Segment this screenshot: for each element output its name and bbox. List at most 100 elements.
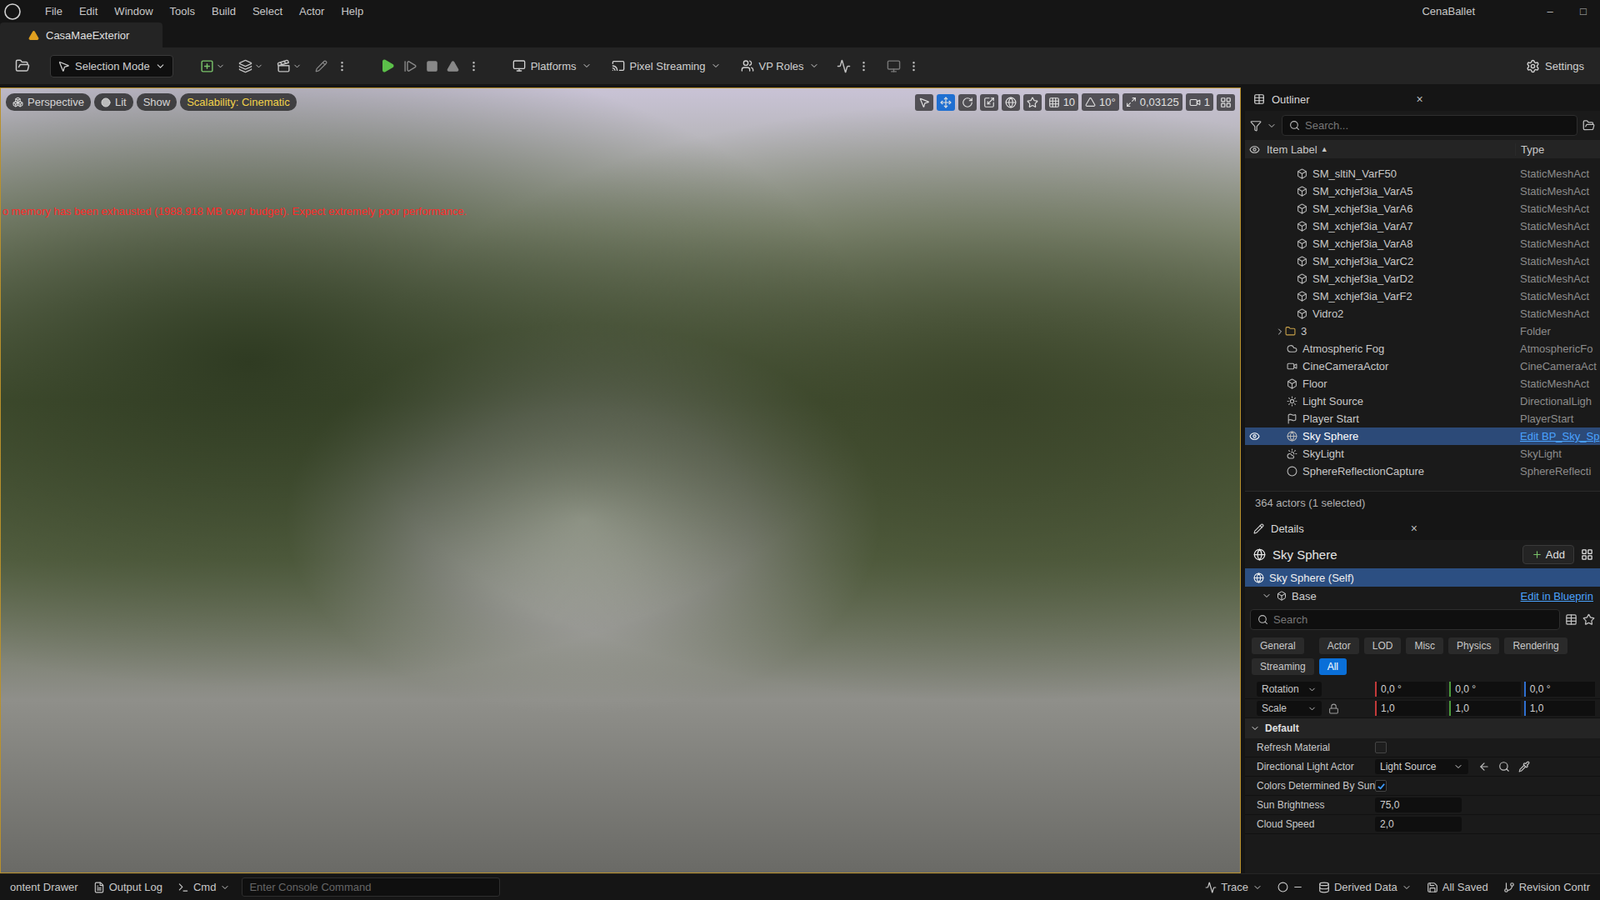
outliner-row[interactable]: Sky SphereEdit BP_Sky_Sp <box>1245 427 1600 445</box>
step-icon[interactable] <box>403 59 418 74</box>
axis-field[interactable]: 1,0 <box>1375 700 1446 716</box>
component-row[interactable]: Sky Sphere (Self) <box>1245 568 1600 587</box>
picker-icon[interactable] <box>1518 760 1530 773</box>
visibility-toggle[interactable] <box>1245 430 1264 442</box>
outliner-row[interactable]: SM_xchjef3ia_VarF2StaticMeshAct <box>1245 287 1600 305</box>
filter-tab[interactable]: Actor <box>1319 637 1360 655</box>
property-number[interactable]: 75,0 <box>1375 797 1462 813</box>
save-status[interactable]: All Saved <box>1423 879 1492 895</box>
cinematics-icon[interactable] <box>276 59 291 74</box>
filter-tab[interactable]: LOD <box>1364 637 1402 655</box>
blueprint-options-icon[interactable] <box>1580 548 1594 561</box>
outliner-row[interactable]: CineCameraActorCineCameraAct <box>1245 357 1600 375</box>
stop-icon[interactable] <box>425 60 439 73</box>
details-search[interactable]: Search <box>1250 609 1560 630</box>
axis-field[interactable]: 0,0 ° <box>1449 681 1520 697</box>
outliner-search[interactable]: Search... <box>1281 115 1578 136</box>
base-row[interactable]: BaseEdit in Blueprin <box>1245 586 1600 605</box>
viewport-layout[interactable] <box>1216 94 1235 111</box>
rotation-snap[interactable]: 10° <box>1081 93 1120 111</box>
favorite-icon[interactable] <box>1582 613 1595 626</box>
output-log-button[interactable]: Output Log <box>90 879 166 895</box>
scale-snap[interactable]: 0,03125 <box>1122 93 1183 111</box>
show-button[interactable]: Show <box>136 93 178 111</box>
eject-icon[interactable] <box>446 60 460 73</box>
axis-field[interactable]: 0,0 ° <box>1524 681 1595 697</box>
add-folder-icon[interactable] <box>1582 119 1595 132</box>
menu-item[interactable]: Tools <box>161 5 204 18</box>
section-header[interactable]: Default <box>1245 718 1600 739</box>
outliner-row[interactable]: SM_xchjef3ia_VarA8StaticMeshAct <box>1245 235 1600 253</box>
lock-icon[interactable] <box>1328 703 1340 715</box>
outliner-row[interactable]: SM_xchjef3ia_VarA5StaticMeshAct <box>1245 182 1600 200</box>
menu-item[interactable]: Help <box>332 5 372 18</box>
menu-item[interactable]: Actor <box>290 5 333 18</box>
axis-field[interactable]: 1,0 <box>1449 700 1520 716</box>
menu-item[interactable]: File <box>36 5 71 18</box>
unreal-logo-icon[interactable] <box>3 2 22 21</box>
filter-tab[interactable]: Streaming <box>1251 658 1315 675</box>
surface-snap[interactable] <box>1023 94 1042 111</box>
content-drawer-button[interactable]: ontent Drawer <box>6 879 82 895</box>
play-icon[interactable] <box>380 58 395 74</box>
outliner-row[interactable]: SM_xchjef3ia_VarA6StaticMeshAct <box>1245 200 1600 218</box>
edit-blueprint-link[interactable]: Edit in Blueprin <box>1520 590 1594 603</box>
expand-icon[interactable] <box>1275 326 1285 337</box>
menu-item[interactable]: Build <box>203 5 245 18</box>
outliner-row[interactable]: SkyLightSkyLight <box>1245 445 1600 463</box>
outliner-row[interactable]: Light SourceDirectionalLigh <box>1245 392 1600 410</box>
world-space-toggle[interactable] <box>1001 94 1020 111</box>
axis-field[interactable]: 1,0 <box>1524 700 1595 716</box>
transform-mode-select[interactable]: Scale <box>1256 700 1322 716</box>
filter-tab[interactable]: General <box>1251 637 1305 655</box>
filter-tab[interactable]: Misc <box>1405 637 1444 655</box>
property-matrix-icon[interactable] <box>1565 613 1578 626</box>
outliner-row[interactable]: Vidro2StaticMeshAct <box>1245 305 1600 323</box>
close-button[interactable]: × <box>1416 92 1424 106</box>
outliner-row[interactable]: Player StartPlayerStart <box>1245 410 1600 428</box>
settings-button[interactable]: Settings <box>1518 54 1592 79</box>
filter-tab[interactable]: Physics <box>1448 637 1500 655</box>
grid-snap[interactable]: 10 <box>1045 93 1079 111</box>
window-control[interactable]: □ <box>1566 5 1600 18</box>
more-icon[interactable] <box>467 60 480 73</box>
pixel-streaming-button[interactable]: Pixel Streaming <box>604 54 729 78</box>
menu-item[interactable]: Window <box>105 5 161 18</box>
property-number[interactable]: 2,0 <box>1375 816 1462 832</box>
column-type[interactable]: Type <box>1515 143 1600 156</box>
outliner-row[interactable]: SphereReflectionCaptureSphereReflecti <box>1245 462 1600 480</box>
menu-item[interactable]: Select <box>244 5 291 18</box>
filter-tab[interactable]: Rendering <box>1504 637 1567 655</box>
level-viewport[interactable]: PerspectiveLitShowScalability: Cinematic… <box>0 87 1241 874</box>
column-label[interactable]: Item Label▲ <box>1263 143 1515 156</box>
outliner-row[interactable]: FloorStaticMeshAct <box>1245 375 1600 393</box>
transform-mode-select[interactable]: Rotation <box>1256 681 1322 697</box>
platforms-button[interactable]: Platforms <box>505 54 600 78</box>
level-tab[interactable]: CasaMaeExterior <box>0 22 163 48</box>
record-buttons[interactable] <box>1274 880 1307 895</box>
console-input[interactable]: Enter Console Command <box>241 877 500 897</box>
close-button[interactable]: × <box>1410 521 1418 535</box>
outliner-row[interactable]: Atmospheric FogAtmosphericFo <box>1245 340 1600 358</box>
more-icon[interactable] <box>857 60 870 73</box>
property-dropdown[interactable]: Light Source <box>1375 759 1469 775</box>
more-icon[interactable] <box>907 60 920 73</box>
filter-tab[interactable]: All <box>1319 658 1347 675</box>
vp-roles-button[interactable]: VP Roles <box>733 54 827 78</box>
scale-tool[interactable] <box>980 94 999 111</box>
filter-icon[interactable] <box>1250 120 1262 132</box>
selection-mode-button[interactable]: Selection Mode <box>50 55 174 78</box>
outliner-row[interactable]: SM_xchjef3ia_VarC2StaticMeshAct <box>1245 252 1600 270</box>
derived-data-button[interactable]: Derived Data <box>1315 879 1415 895</box>
select-tool[interactable] <box>915 94 934 111</box>
more-icon[interactable] <box>335 60 349 73</box>
camera-speed[interactable]: 1 <box>1185 93 1214 111</box>
lit-button[interactable]: Lit <box>94 93 134 111</box>
property-checkbox[interactable] <box>1375 780 1387 792</box>
cmd-select[interactable]: Cmd <box>174 879 234 895</box>
outliner-row[interactable]: SM_xchjef3ia_VarA7StaticMeshAct <box>1245 217 1600 235</box>
menu-item[interactable]: Edit <box>70 5 106 18</box>
live-link-icon[interactable] <box>836 59 851 74</box>
add-actor-icon[interactable] <box>200 59 215 74</box>
blueprint-icon[interactable] <box>238 59 253 74</box>
